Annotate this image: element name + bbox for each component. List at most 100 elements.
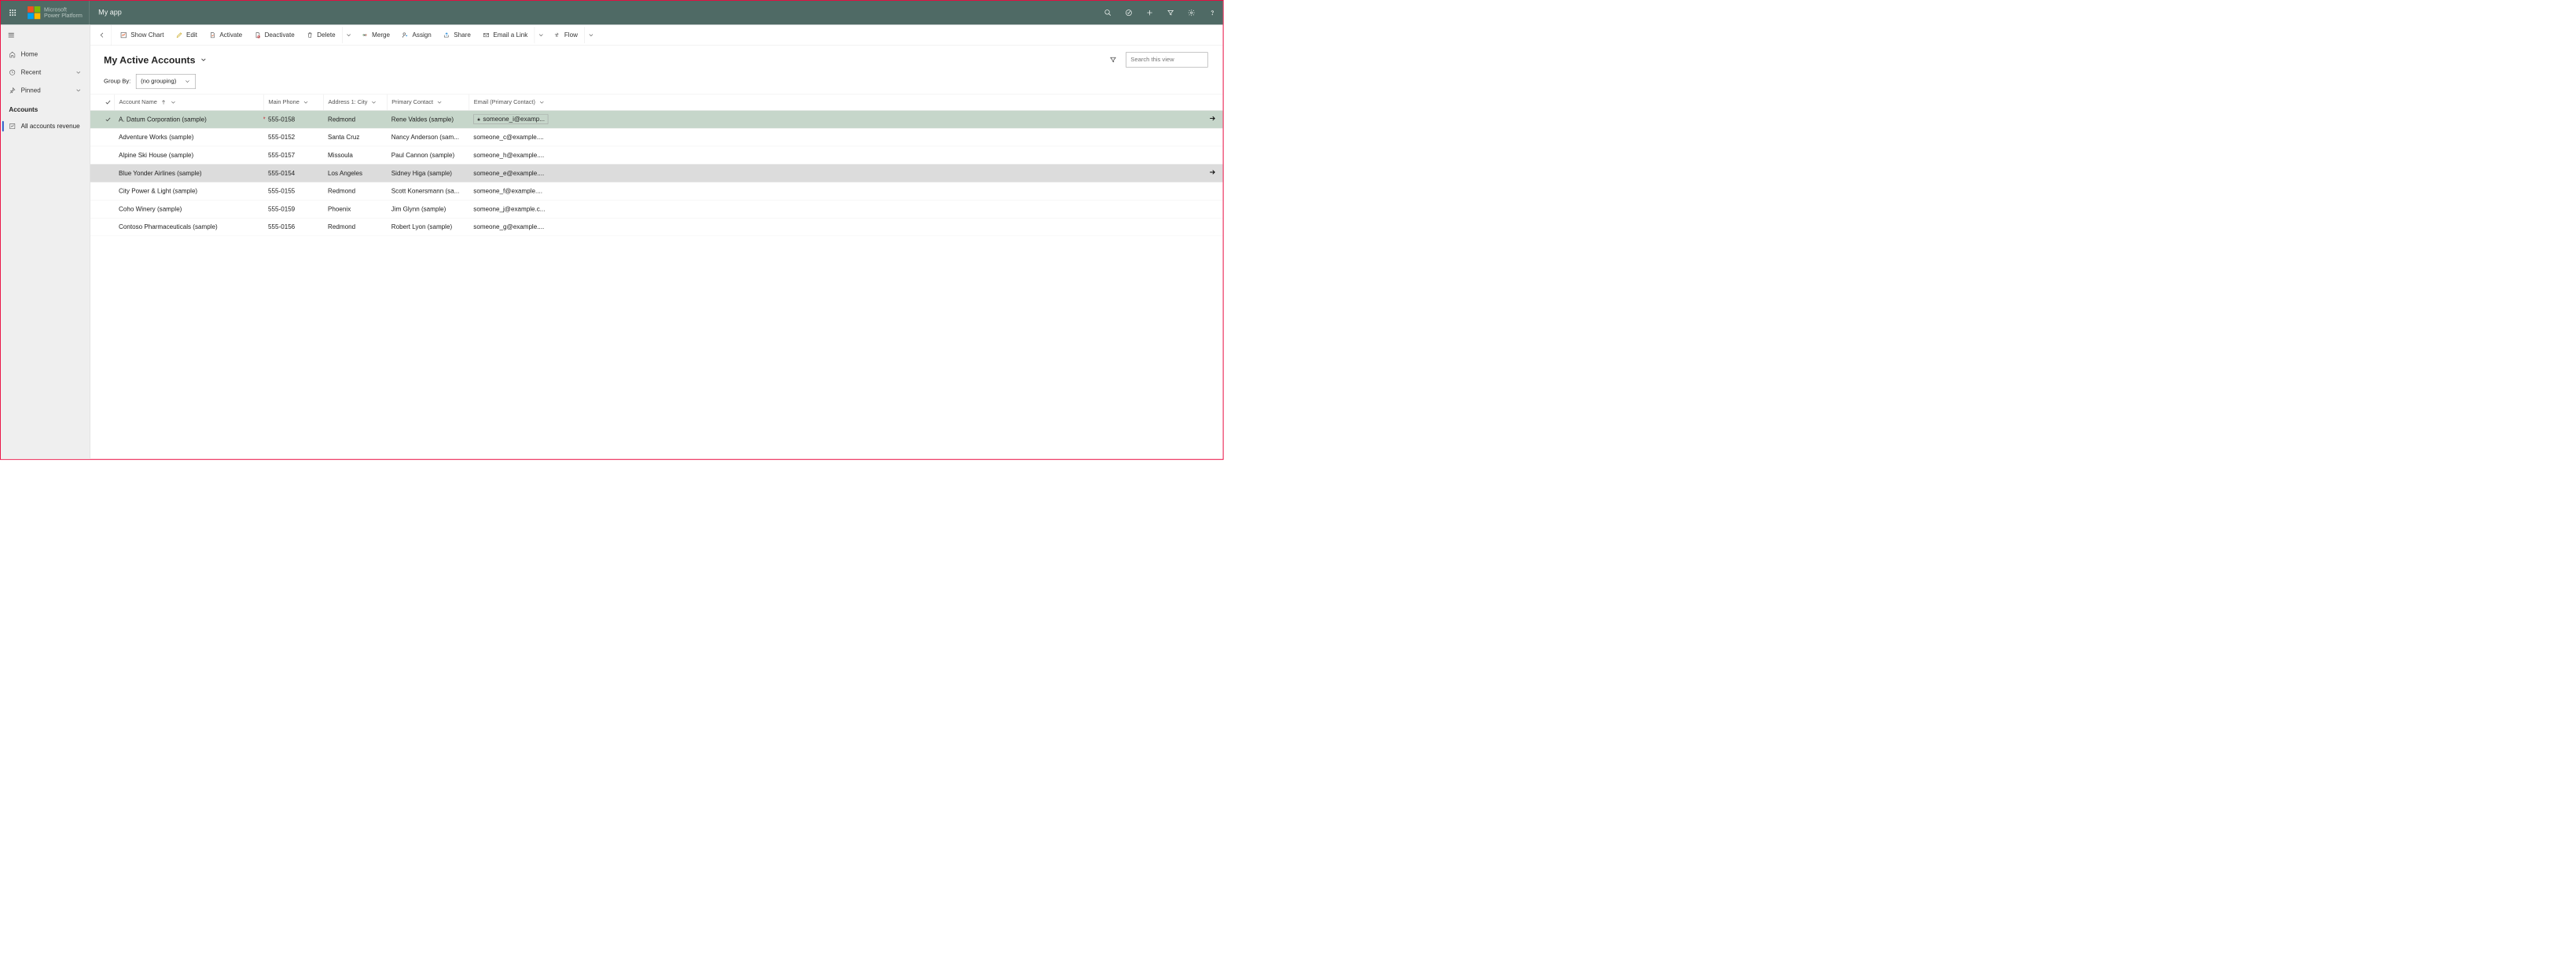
- cell-name: Contoso Pharmaceuticals (sample): [114, 223, 263, 231]
- view-search-box[interactable]: [1126, 53, 1208, 68]
- flow-icon: [554, 31, 561, 39]
- chevron-down-icon: [303, 99, 310, 106]
- cell-contact: Nancy Anderson (sam...: [387, 134, 469, 142]
- table-row[interactable]: A. Datum Corporation (sample)*555-0158Re…: [90, 111, 1223, 129]
- column-header-city[interactable]: Address 1: City: [323, 94, 387, 110]
- sidebar-group-title: Accounts: [1, 99, 90, 117]
- chart-line-icon: [120, 31, 127, 39]
- sidebar-label-recent: Recent: [21, 68, 42, 76]
- platform-brand: Microsoft Power Platform: [24, 1, 89, 24]
- column-header-phone[interactable]: Main Phone: [263, 94, 323, 110]
- cell-email[interactable]: someone_h@example....: [469, 152, 555, 160]
- table-row[interactable]: Adventure Works (sample)555-0152Santa Cr…: [90, 128, 1223, 146]
- sidebar-item-home[interactable]: Home: [1, 46, 90, 64]
- advanced-filter-button[interactable]: [1160, 1, 1181, 24]
- cmd-delete[interactable]: Delete: [301, 27, 355, 43]
- column-header-email[interactable]: Email (Primary Contact): [469, 94, 555, 110]
- cell-city: Redmond: [323, 223, 387, 231]
- sidebar-item-recent[interactable]: Recent: [1, 64, 90, 82]
- sidebar-item-all-accounts-revenue[interactable]: All accounts revenue: [1, 117, 90, 135]
- cell-contact: Rene Valdes (sample): [387, 116, 469, 123]
- cmd-email-link[interactable]: Email a Link: [477, 27, 547, 43]
- select-all-checkbox[interactable]: [101, 99, 114, 106]
- table-row[interactable]: Blue Yonder Airlines (sample)555-0154Los…: [90, 164, 1223, 182]
- settings-button[interactable]: [1181, 1, 1202, 24]
- group-by-label: Group By:: [104, 78, 130, 85]
- document-check-icon: [209, 31, 216, 39]
- microsoft-logo-icon: [28, 6, 40, 19]
- cell-phone: 555-0155: [263, 187, 323, 195]
- site-map-sidebar: Home Recent Pinned Accounts All accounts…: [1, 24, 90, 458]
- cell-name: City Power & Light (sample): [114, 187, 263, 195]
- cmd-assign[interactable]: Assign: [397, 27, 437, 43]
- table-row[interactable]: City Power & Light (sample)555-0155Redmo…: [90, 182, 1223, 201]
- brand-line2: Power Platform: [44, 13, 83, 18]
- cell-phone: *555-0158: [263, 116, 323, 123]
- cmd-merge[interactable]: Merge: [356, 27, 395, 43]
- add-button[interactable]: [1139, 1, 1160, 24]
- task-flow-button[interactable]: [1119, 1, 1140, 24]
- table-row[interactable]: Alpine Ski House (sample)555-0157Missoul…: [90, 146, 1223, 164]
- column-filter-button[interactable]: [1105, 53, 1120, 68]
- cmd-flow[interactable]: Flow: [549, 27, 597, 43]
- cell-phone: 555-0157: [263, 152, 323, 160]
- help-button[interactable]: [1202, 1, 1223, 24]
- table-row[interactable]: Contoso Pharmaceuticals (sample)555-0156…: [90, 218, 1223, 236]
- column-header-contact[interactable]: Primary Contact: [387, 94, 469, 110]
- cell-phone: 555-0159: [263, 205, 323, 213]
- app-launcher-button[interactable]: [1, 1, 24, 24]
- cell-contact: Robert Lyon (sample): [387, 223, 469, 231]
- column-header-name[interactable]: Account Name: [114, 94, 263, 110]
- back-button[interactable]: [94, 24, 112, 45]
- group-by-select[interactable]: (no grouping): [136, 74, 196, 89]
- chevron-down-icon: [436, 99, 443, 106]
- cell-city: Redmond: [323, 187, 387, 195]
- row-checkbox[interactable]: [101, 116, 114, 123]
- table-row[interactable]: Coho Winery (sample)555-0159PhoenixJim G…: [90, 201, 1223, 219]
- chart-icon: [9, 123, 16, 130]
- sidebar-item-pinned[interactable]: Pinned: [1, 82, 90, 100]
- open-record-arrow-icon[interactable]: [1209, 168, 1217, 178]
- global-search-button[interactable]: [1097, 1, 1119, 24]
- cell-name: Adventure Works (sample): [114, 134, 263, 142]
- person-arrow-icon: [402, 31, 409, 39]
- cell-city: Missoula: [323, 152, 387, 160]
- view-search-input[interactable]: [1130, 57, 1207, 64]
- cmd-share[interactable]: Share: [438, 27, 476, 43]
- chevron-down-icon: [184, 78, 191, 85]
- sidebar-sub-label: All accounts revenue: [21, 123, 80, 131]
- cell-contact: Sidney Higa (sample): [387, 169, 469, 177]
- command-bar: Show Chart Edit Activate Deactivate Dele…: [90, 24, 1223, 46]
- cmd-delete-dropdown[interactable]: [342, 27, 355, 43]
- cmd-email-link-dropdown[interactable]: [535, 27, 547, 43]
- open-record-arrow-icon[interactable]: [1209, 115, 1217, 124]
- sidebar-label-home: Home: [21, 51, 39, 59]
- document-cancel-icon: [254, 31, 261, 39]
- cell-email[interactable]: someone_j@example.c...: [469, 205, 555, 213]
- cell-email[interactable]: someone_c@example....: [469, 134, 555, 142]
- cell-city: Los Angeles: [323, 169, 387, 177]
- cmd-flow-dropdown[interactable]: [584, 27, 597, 43]
- cmd-deactivate[interactable]: Deactivate: [249, 27, 300, 43]
- view-title: My Active Accounts: [104, 54, 195, 66]
- share-icon: [443, 31, 450, 39]
- cmd-activate[interactable]: Activate: [204, 27, 247, 43]
- cell-city: Santa Cruz: [323, 134, 387, 142]
- cell-email[interactable]: someone_i@examp...: [469, 114, 555, 124]
- main-content: Show Chart Edit Activate Deactivate Dele…: [90, 24, 1223, 458]
- cell-phone: 555-0154: [263, 169, 323, 177]
- sidebar-toggle-button[interactable]: [1, 24, 90, 46]
- app-name: My app: [90, 9, 130, 17]
- cell-email[interactable]: someone_f@example....: [469, 187, 555, 195]
- cell-email[interactable]: someone_e@example....: [469, 169, 555, 177]
- chevron-down-icon: [75, 87, 82, 94]
- cmd-edit[interactable]: Edit: [171, 27, 203, 43]
- view-selector[interactable]: My Active Accounts: [104, 54, 208, 66]
- cmd-show-chart[interactable]: Show Chart: [115, 27, 169, 43]
- pin-icon: [9, 87, 16, 94]
- sort-asc-icon: [160, 99, 167, 106]
- cell-phone: 555-0156: [263, 223, 323, 231]
- trash-icon: [307, 31, 314, 39]
- cell-contact: Jim Glynn (sample): [387, 205, 469, 213]
- cell-email[interactable]: someone_g@example....: [469, 223, 555, 231]
